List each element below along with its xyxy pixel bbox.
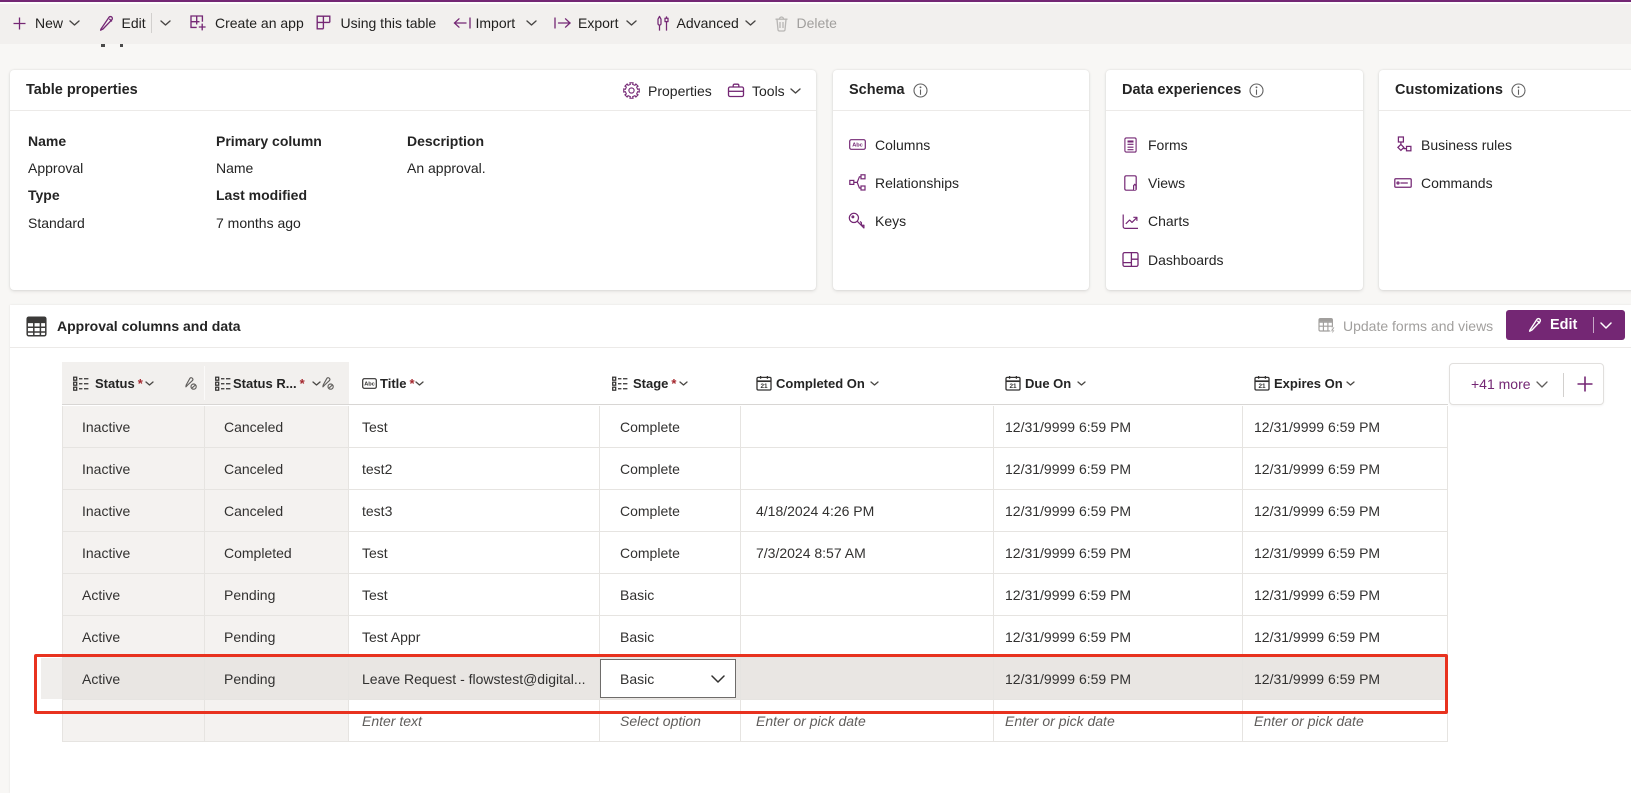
svg-text:21: 21	[1009, 383, 1017, 390]
svg-text:Abc: Abc	[364, 381, 375, 387]
svg-text:21: 21	[760, 383, 768, 390]
svg-text:Abc: Abc	[852, 143, 863, 149]
svg-text:21: 21	[1258, 383, 1266, 390]
